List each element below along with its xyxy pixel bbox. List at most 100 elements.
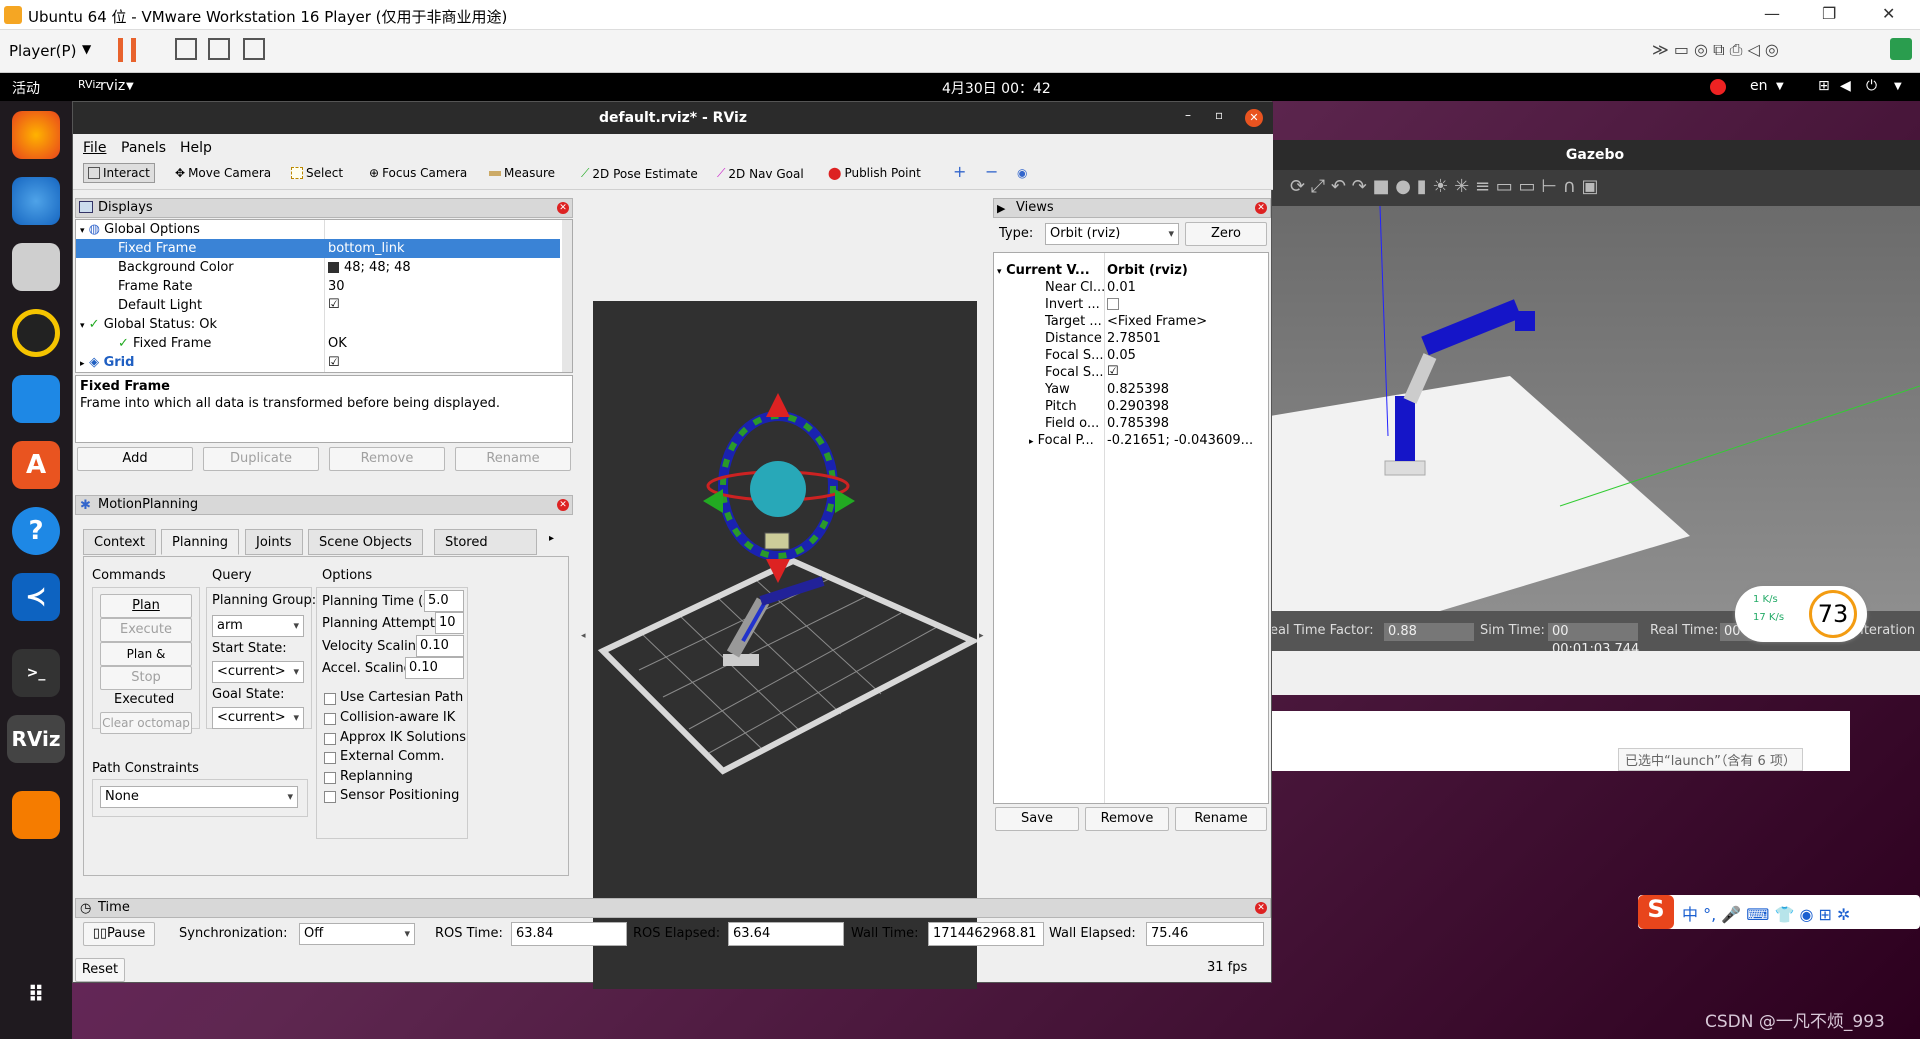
- checkbox-checked-icon[interactable]: ☑: [328, 353, 340, 372]
- tree-row-status-fixed-frame[interactable]: ✓ Fixed Frame OK: [76, 334, 347, 353]
- minimize-icon[interactable]: –: [1185, 108, 1191, 122]
- chevron-down-icon[interactable]: ▼: [126, 81, 134, 92]
- execute-button[interactable]: Execute: [100, 618, 192, 642]
- rename-view-button[interactable]: Rename: [1175, 807, 1267, 831]
- tab-context[interactable]: Context: [83, 529, 156, 555]
- wall-elapsed-field[interactable]: 75.46: [1146, 922, 1264, 946]
- tree-row-global-options[interactable]: ▾ ◍ Global Options: [76, 220, 200, 239]
- accel-scaling-input[interactable]: 0.10: [405, 657, 464, 679]
- velocity-scaling-input[interactable]: 0.10: [416, 635, 464, 657]
- sogou-icon[interactable]: S: [1638, 895, 1674, 929]
- tab-joints[interactable]: Joints: [245, 529, 303, 555]
- menu-panels[interactable]: Panels: [121, 140, 166, 156]
- tool-focus-camera[interactable]: ⊕ Focus Camera: [369, 166, 467, 180]
- files-icon[interactable]: [12, 243, 60, 291]
- stop-record-icon[interactable]: [1710, 79, 1726, 95]
- app-menu[interactable]: rviz: [100, 78, 125, 94]
- tree-row-frame-rate[interactable]: Frame Rate 30: [76, 277, 345, 296]
- tool-2d-pose-estimate[interactable]: ⟋ 2D Pose Estimate: [581, 166, 698, 181]
- chevron-down-icon[interactable]: ▼: [1894, 81, 1902, 92]
- rviz-3d-view[interactable]: [593, 301, 980, 989]
- collision-ik-checkbox[interactable]: [324, 713, 336, 725]
- unity-icon[interactable]: [243, 38, 265, 60]
- thunderbird-icon[interactable]: [12, 177, 60, 225]
- chevron-down-icon[interactable]: ▼: [1776, 81, 1784, 92]
- net-monitor-widget[interactable]: 1 K/s 17 K/s 73: [1735, 586, 1867, 642]
- remove-tool-icon[interactable]: −: [985, 162, 998, 181]
- power-icon[interactable]: ⏻: [1866, 78, 1877, 94]
- menu-help[interactable]: Help: [180, 140, 212, 156]
- collapse-right-icon[interactable]: ▸: [979, 301, 989, 989]
- checkbox-checked-icon[interactable]: ☑: [328, 295, 340, 314]
- terminal-icon[interactable]: >_: [12, 649, 60, 697]
- wall-time-field[interactable]: 1714462968.81: [928, 922, 1044, 946]
- planning-attempts-input[interactable]: 10: [435, 612, 464, 634]
- focal-shape-checkbox-icon[interactable]: ☑: [1107, 363, 1119, 380]
- gazebo-dock-icon[interactable]: [12, 791, 60, 839]
- view-type-select[interactable]: Orbit (rviz): [1045, 223, 1179, 245]
- help-icon[interactable]: ?: [12, 507, 60, 555]
- writer-icon[interactable]: [12, 375, 60, 423]
- fullscreen-icon[interactable]: [208, 38, 230, 60]
- volume-icon[interactable]: ◀: [1840, 78, 1851, 94]
- notes-icon[interactable]: [1890, 38, 1912, 60]
- tool-move-camera[interactable]: ✥ Move Camera: [175, 166, 271, 180]
- view-row-field-of-view[interactable]: Field o...: [1045, 415, 1099, 432]
- view-row-focal-shape-size[interactable]: Focal S...: [1045, 347, 1103, 364]
- ime-tools-icons[interactable]: 中 °, 🎤 ⌨ 👕 ◉ ⊞ ✲: [1682, 901, 1850, 925]
- ros-time-field[interactable]: 63.84: [511, 922, 627, 946]
- activities-button[interactable]: 活动: [12, 78, 40, 98]
- goal-state-select[interactable]: <current>: [212, 707, 304, 729]
- show-apps-icon[interactable]: ⠿: [12, 971, 60, 1019]
- duplicate-display-button[interactable]: Duplicate: [203, 447, 319, 471]
- tab-stored-scene[interactable]: Stored Scene: [434, 529, 537, 555]
- displays-tree[interactable]: ▾ ◍ Global Options Fixed Frame bottom_lin…: [75, 219, 573, 373]
- chevron-down-icon[interactable]: ▼: [82, 42, 91, 56]
- close-displays-icon[interactable]: ✕: [557, 202, 569, 214]
- displays-scrollbar[interactable]: [562, 220, 572, 372]
- tree-row-background-color[interactable]: Background Color 48; 48; 48: [76, 258, 411, 277]
- pause-vm-icon[interactable]: [118, 38, 136, 62]
- language-indicator[interactable]: en: [1750, 78, 1768, 94]
- stop-button[interactable]: Stop: [100, 666, 192, 690]
- view-row-focal-point[interactable]: ▸ Focal P...: [1029, 432, 1094, 449]
- path-constraints-select[interactable]: None: [100, 786, 298, 808]
- view-row-target[interactable]: Target ...: [1045, 313, 1102, 330]
- close-icon[interactable]: ✕: [1245, 109, 1263, 127]
- tab-scroll-right-icon[interactable]: ▸: [549, 533, 554, 544]
- remove-view-button[interactable]: Remove: [1085, 807, 1169, 831]
- send-ctrl-alt-del-icon[interactable]: [175, 38, 197, 60]
- external-comm-checkbox[interactable]: [324, 752, 336, 764]
- collapse-left-icon[interactable]: ◂: [581, 301, 591, 989]
- close-motionplanning-icon[interactable]: ✕: [557, 499, 569, 511]
- software-center-icon[interactable]: A: [12, 441, 60, 489]
- close-time-icon[interactable]: ✕: [1255, 902, 1267, 914]
- gazebo-tool-icons[interactable]: ⟳ ⤢ ↶ ↷ ■ ● ▮ ☀ ✳ ≡ ▭ ▭ ⊢ ∩ ▣: [1290, 176, 1599, 197]
- planning-group-select[interactable]: arm: [212, 615, 304, 637]
- add-display-button[interactable]: Add: [77, 447, 193, 471]
- add-tool-icon[interactable]: +: [953, 162, 966, 181]
- tool-measure[interactable]: Measure: [489, 166, 555, 180]
- view-row-current[interactable]: ▾ Current V...: [997, 262, 1090, 279]
- view-row-focal-shape-fixed[interactable]: Focal S...: [1045, 364, 1103, 381]
- rviz-dock-icon[interactable]: RViz: [7, 715, 65, 763]
- invert-checkbox[interactable]: [1107, 298, 1119, 310]
- clock[interactable]: 4月30日 00：42: [942, 78, 1051, 98]
- rename-display-button[interactable]: Rename: [455, 447, 571, 471]
- sync-select[interactable]: Off: [299, 923, 415, 945]
- save-view-button[interactable]: Save: [995, 807, 1079, 831]
- view-row-invert[interactable]: Invert ...: [1045, 296, 1100, 313]
- replanning-checkbox[interactable]: [324, 772, 336, 784]
- tab-planning[interactable]: Planning: [161, 529, 239, 555]
- use-cartesian-checkbox[interactable]: [324, 693, 336, 705]
- clear-octomap-button[interactable]: Clear octomap: [100, 712, 192, 734]
- vscode-icon[interactable]: ≺: [12, 573, 60, 621]
- tab-scene-objects[interactable]: Scene Objects: [308, 529, 423, 555]
- tree-row-default-light[interactable]: Default Light ☑: [76, 296, 340, 315]
- tree-row-grid[interactable]: ▸ ◈ Grid ☑: [76, 353, 340, 372]
- devices-icons[interactable]: ≫ ▭ ◎ ⧉ ⎙ ◁ ◎: [1652, 40, 1779, 60]
- eye-icon[interactable]: ◉: [1017, 166, 1027, 180]
- ros-elapsed-field[interactable]: 63.64: [728, 922, 844, 946]
- view-row-near-clip[interactable]: Near Cl...: [1045, 279, 1105, 296]
- tool-interact[interactable]: Interact: [83, 163, 155, 183]
